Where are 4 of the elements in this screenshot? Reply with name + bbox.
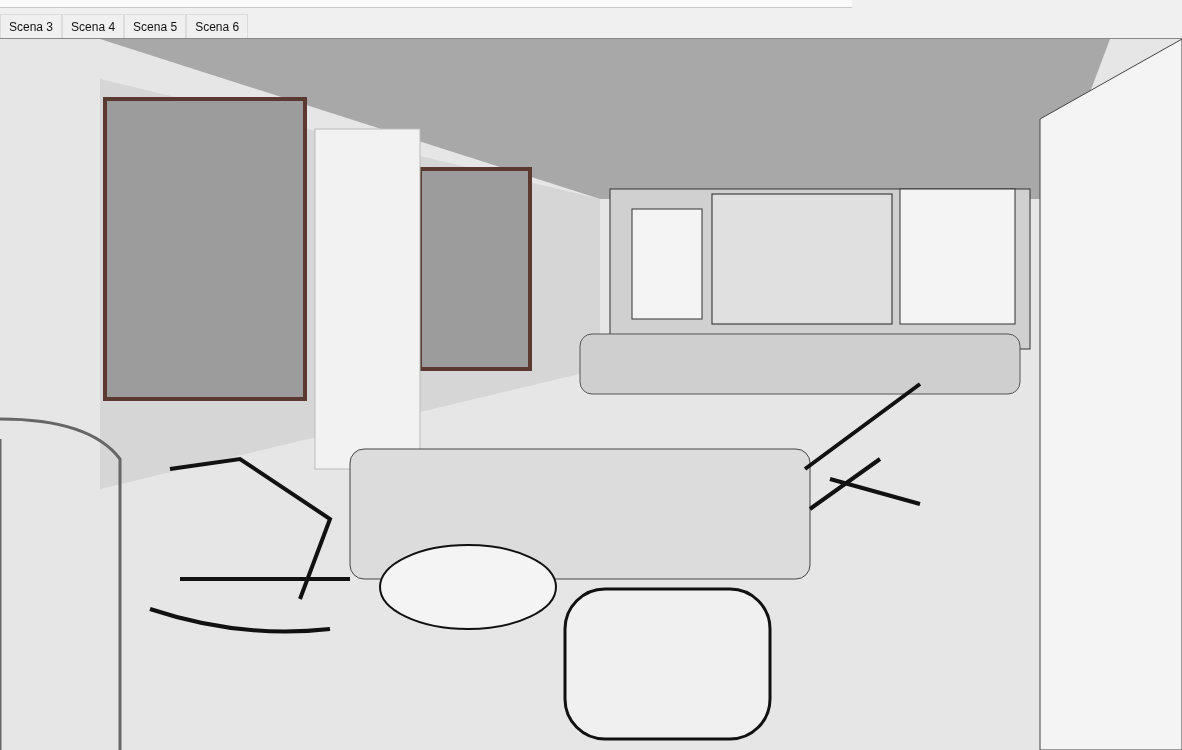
scene-tab[interactable]: Scena 3 <box>0 14 63 38</box>
scene-tab[interactable]: Scena 6 <box>186 14 249 38</box>
scene-tab[interactable]: Scena 4 <box>62 14 125 38</box>
scene-tab[interactable]: Scena 5 <box>124 14 187 38</box>
